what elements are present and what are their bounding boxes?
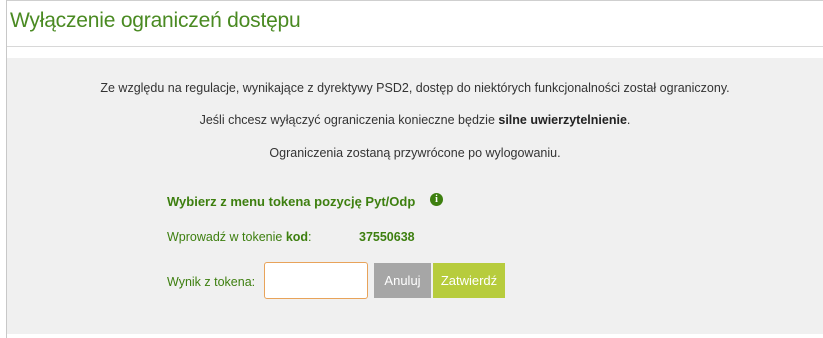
restore-info-text: Ograniczenia zostaną przywrócone po wylo… (269, 146, 561, 160)
page-title: Wyłączenie ograniczeń dostępu (10, 9, 301, 32)
cancel-button[interactable]: Anuluj (374, 263, 431, 298)
code-value: 37550638 (359, 230, 415, 244)
code-label-bold: kod (285, 230, 309, 244)
info-icon[interactable]: i (430, 193, 443, 206)
confirm-button[interactable]: Zatwierdź (433, 263, 505, 298)
code-label: Wprowadź w tokenie kod: (167, 230, 312, 244)
strong-auth-prefix: Jeśli chcesz wyłączyć ograniczenia konie… (199, 113, 499, 127)
token-instruction: Wybierz z menu tokena pozycję Pyt/Odp (167, 194, 416, 209)
result-label: Wynik z tokena: (167, 275, 256, 289)
code-label-prefix: Wprowadź w tokenie (167, 230, 286, 244)
page-header: Wyłączenie ograniczeń dostępu (7, 0, 823, 47)
content-panel: Ze względu na regulacje, wynikające z dy… (7, 58, 823, 334)
code-label-suffix: : (308, 230, 312, 244)
token-result-input[interactable] (264, 262, 368, 299)
strong-auth-text: Jeśli chcesz wyłączyć ograniczenia konie… (7, 113, 823, 127)
strong-auth-suffix: . (626, 113, 631, 127)
psd2-info-text: Ze względu na regulacje, wynikające z dy… (100, 81, 730, 95)
strong-auth-emphasis: silne uwierzytelnienie (498, 113, 627, 127)
